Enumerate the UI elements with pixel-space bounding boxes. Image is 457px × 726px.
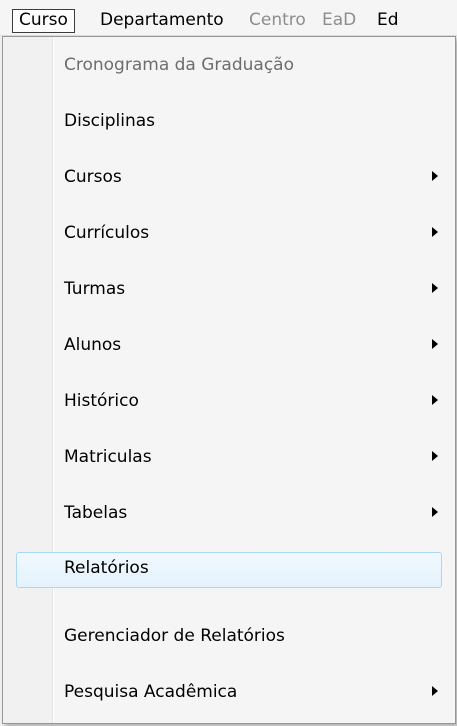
submenu-arrow-icon	[432, 339, 438, 349]
menu-item-relatorios[interactable]: Relatórios	[3, 547, 455, 603]
submenu-arrow-icon	[432, 171, 438, 181]
menu-item-matriculas[interactable]: Matriculas	[3, 429, 455, 485]
menu-curso[interactable]: Curso	[12, 9, 75, 33]
menu-item-cursos[interactable]: Cursos	[3, 149, 455, 205]
menu-item-cronograma-da-graduacao[interactable]: Cronograma da Graduação	[3, 37, 455, 93]
submenu-arrow-icon	[432, 227, 438, 237]
menu-item-curriculos[interactable]: Currículos	[3, 205, 455, 261]
menu-item-label: Tabelas	[64, 503, 128, 523]
submenu-arrow-icon	[432, 395, 438, 405]
menu-ed[interactable]: Ed	[371, 9, 405, 33]
menu-item-pesquisa-academica[interactable]: Pesquisa Acadêmica	[3, 664, 455, 720]
menu-bar: Curso Departamento Centro EaD Ed	[0, 0, 457, 36]
menu-item-alunos[interactable]: Alunos	[3, 317, 455, 373]
menu-item-label: Relatórios	[64, 558, 149, 578]
menu-item-label: Gerenciador de Relatórios	[64, 626, 285, 646]
menu-item-label: Currículos	[64, 223, 150, 243]
menu-item-label: Histórico	[64, 391, 139, 411]
submenu-arrow-icon	[432, 507, 438, 517]
menu-item-label: Turmas	[64, 279, 126, 299]
menu-centro[interactable]: Centro	[243, 9, 312, 33]
submenu-arrow-icon	[432, 451, 438, 461]
menu-item-disciplinas[interactable]: Disciplinas	[3, 93, 455, 149]
menu-item-label: Matriculas	[64, 447, 152, 467]
menu-item-label: Alunos	[64, 335, 122, 355]
menu-item-label: Disciplinas	[64, 111, 156, 131]
menu-item-tabelas[interactable]: Tabelas	[3, 485, 455, 541]
menu-ead[interactable]: EaD	[316, 9, 362, 33]
menu-item-turmas[interactable]: Turmas	[3, 261, 455, 317]
menu-item-label: Cursos	[64, 167, 122, 187]
menu-item-historico[interactable]: Histórico	[3, 373, 455, 429]
submenu-arrow-icon	[432, 283, 438, 293]
menu-item-label: Pesquisa Acadêmica	[64, 682, 238, 702]
curso-dropdown-menu: Cronograma da Graduação Disciplinas Curs…	[2, 36, 456, 724]
menu-item-gerenciador-de-relatorios[interactable]: Gerenciador de Relatórios	[3, 608, 455, 664]
menu-item-label: Cronograma da Graduação	[64, 55, 294, 75]
menu-departamento[interactable]: Departamento	[94, 9, 230, 33]
submenu-arrow-icon	[432, 686, 438, 696]
